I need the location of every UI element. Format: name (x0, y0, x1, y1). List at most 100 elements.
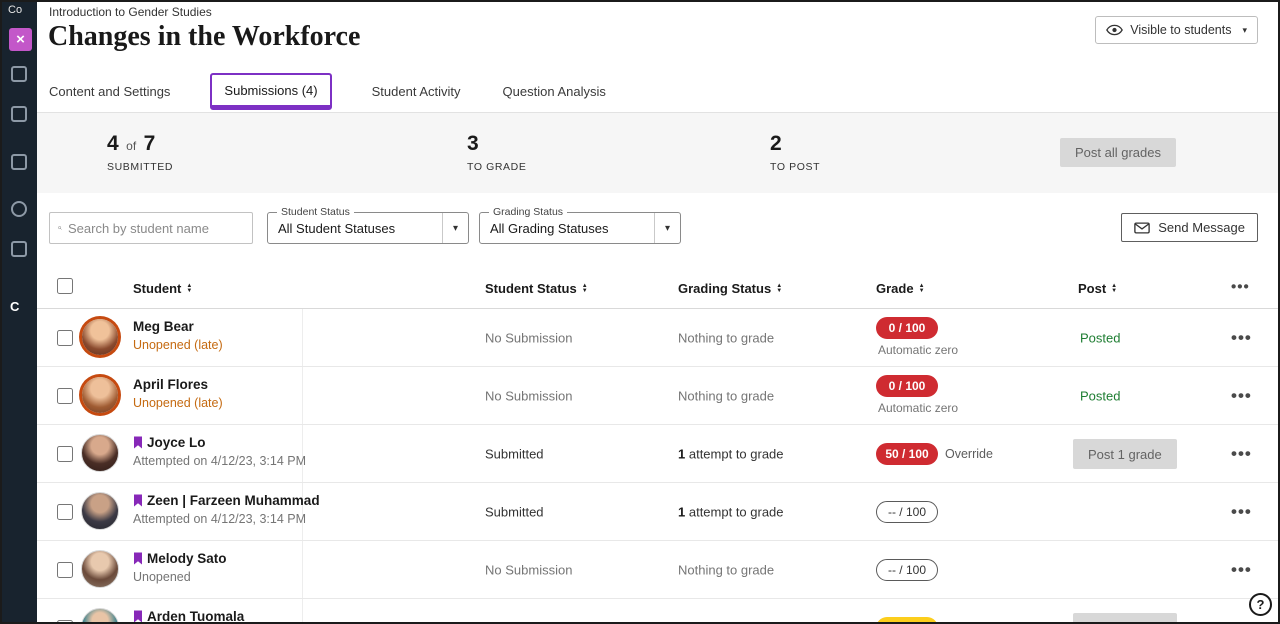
tab-content-and-settings[interactable]: Content and Settings (47, 74, 172, 109)
student-name[interactable]: Meg Bear (133, 319, 194, 334)
stat-to-grade: 3 TO GRADE (467, 132, 526, 173)
student-cell: April Flores Unopened (late) (133, 377, 223, 410)
messages-icon[interactable] (11, 201, 27, 217)
avatar (82, 319, 118, 355)
column-header-student-status[interactable]: Student Status ▲▼ (485, 281, 588, 296)
stats-band: 4 of 7 SUBMITTED 3 TO GRADE 2 TO POST Po… (37, 113, 1278, 193)
student-status-cell: No Submission (485, 388, 572, 403)
row-options-menu[interactable]: ••• (1231, 328, 1252, 348)
select-all-checkbox[interactable] (57, 278, 73, 294)
search-box (49, 212, 253, 244)
accommodations-flag-icon (133, 610, 143, 623)
row-options-menu[interactable]: ••• (1231, 444, 1252, 464)
tab-student-activity[interactable]: Student Activity (370, 74, 463, 109)
grading-status-cell: Nothing to grade (678, 330, 774, 345)
content-icon[interactable] (11, 66, 27, 82)
search-input[interactable] (68, 221, 244, 236)
grade-cell: 0 / 100 Automatic zero (876, 309, 958, 366)
row-checkbox[interactable] (57, 446, 73, 462)
to-grade-label: TO GRADE (467, 161, 526, 173)
avatar (82, 377, 118, 413)
student-substatus: Unopened (133, 570, 227, 584)
student-status-cell: No Submission (485, 330, 572, 345)
post-all-grades-button[interactable]: Post all grades (1060, 138, 1176, 167)
posted-status: Posted (1080, 388, 1120, 403)
student-name[interactable]: Zeen | Farzeen Muhammad (147, 493, 320, 508)
grade-pill[interactable]: 70 / 100 (876, 617, 938, 624)
calendar-icon[interactable] (11, 106, 27, 122)
gradebook-icon[interactable] (11, 241, 27, 257)
discussions-icon[interactable] (11, 154, 27, 170)
grade-cell: 0 / 100 Automatic zero (876, 367, 958, 424)
grade-cell: -- / 100 (876, 483, 938, 540)
grade-note: Automatic zero (878, 343, 958, 357)
visibility-dropdown[interactable]: Visible to students ▾ (1095, 16, 1258, 44)
table-body: Meg Bear Unopened (late) No Submission N… (37, 309, 1278, 624)
grade-note: Automatic zero (878, 401, 958, 415)
grade-pill[interactable]: 0 / 100 (876, 317, 938, 339)
table-options-menu[interactable]: ••• (1231, 279, 1250, 296)
student-status-dropdown[interactable]: Student Status All Student Statuses ▾ (267, 212, 469, 244)
submitted-count: 4 (107, 132, 119, 155)
breadcrumb[interactable]: Introduction to Gender Studies (49, 5, 212, 19)
row-checkbox[interactable] (57, 330, 73, 346)
tab-bar: Content and Settings Submissions (4) Stu… (37, 70, 1278, 113)
student-status-cell: Submitted (485, 504, 544, 519)
grade-pill[interactable]: 0 / 100 (876, 375, 938, 397)
table-header: Student ▲▼ Student Status ▲▼ Grading Sta… (37, 263, 1278, 309)
student-name[interactable]: April Flores (133, 377, 208, 392)
grade-pill[interactable]: -- / 100 (876, 501, 938, 523)
grade-pill[interactable]: 50 / 100 (876, 443, 938, 465)
accommodations-flag-icon (133, 494, 143, 507)
gradebook-submissions-page: Co × C Introduction to Gender Studies Ch… (0, 0, 1280, 624)
sidebar-section-label: C (10, 299, 19, 314)
student-substatus: Unopened (late) (133, 396, 223, 410)
student-name[interactable]: Arden Tuomala (147, 609, 244, 624)
sort-icon: ▲▼ (582, 284, 588, 294)
row-checkbox[interactable] (57, 388, 73, 404)
grading-status-dropdown[interactable]: Grading Status All Grading Statuses ▾ (479, 212, 681, 244)
row-options-menu[interactable]: ••• (1231, 502, 1252, 522)
grade-cell: 70 / 100 (876, 599, 938, 624)
student-name[interactable]: Joyce Lo (147, 435, 206, 450)
visibility-label: Visible to students (1130, 23, 1231, 37)
column-header-grading-status[interactable]: Grading Status ▲▼ (678, 281, 782, 296)
student-substatus: Unopened (late) (133, 338, 223, 352)
chevron-down-icon: ▾ (654, 213, 680, 243)
student-substatus: Attempted on 4/12/23, 3:14 PM (133, 512, 320, 526)
column-header-grade[interactable]: Grade ▲▼ (876, 281, 925, 296)
student-cell: Melody Sato Unopened (133, 551, 227, 584)
post-grade-button[interactable]: Post 1 grade (1073, 613, 1177, 624)
send-message-button[interactable]: Send Message (1121, 213, 1258, 242)
grade-cell: -- / 100 (876, 541, 938, 598)
row-options-menu[interactable]: ••• (1231, 560, 1252, 580)
grade-pill[interactable]: -- / 100 (876, 559, 938, 581)
grading-status-dropdown-label: Grading Status (489, 206, 567, 218)
eye-icon (1106, 24, 1123, 36)
student-name[interactable]: Melody Sato (147, 551, 227, 566)
column-header-post[interactable]: Post ▲▼ (1078, 281, 1117, 296)
grading-status-cell: Nothing to grade (678, 388, 774, 403)
sort-icon: ▲▼ (919, 284, 925, 294)
student-status-cell: Submitted (485, 446, 544, 461)
close-panel-button[interactable]: × (9, 28, 32, 51)
student-cell: Meg Bear Unopened (late) (133, 319, 223, 352)
tab-submissions[interactable]: Submissions (4) (210, 73, 331, 110)
avatar (81, 492, 119, 530)
search-icon (58, 221, 62, 235)
table-row: Melody Sato Unopened No Submission Nothi… (37, 541, 1278, 599)
row-options-menu[interactable]: ••• (1231, 386, 1252, 406)
row-checkbox[interactable] (57, 504, 73, 520)
help-icon[interactable]: ? (1249, 593, 1272, 616)
tab-question-analysis[interactable]: Question Analysis (501, 74, 608, 109)
student-cell: Zeen | Farzeen Muhammad Attempted on 4/1… (133, 493, 320, 526)
accommodations-flag-icon (133, 552, 143, 565)
student-cell: Joyce Lo Attempted on 4/12/23, 3:14 PM (133, 435, 306, 468)
row-checkbox[interactable] (57, 562, 73, 578)
student-substatus: Attempted on 4/12/23, 3:14 PM (133, 454, 306, 468)
column-header-student[interactable]: Student ▲▼ (133, 281, 192, 296)
row-checkbox[interactable] (57, 620, 73, 624)
row-options-menu[interactable]: ••• (1231, 618, 1252, 624)
post-grade-button[interactable]: Post 1 grade (1073, 439, 1177, 469)
table-row: Arden Tuomala Submitted Nothing to grade… (37, 599, 1278, 624)
